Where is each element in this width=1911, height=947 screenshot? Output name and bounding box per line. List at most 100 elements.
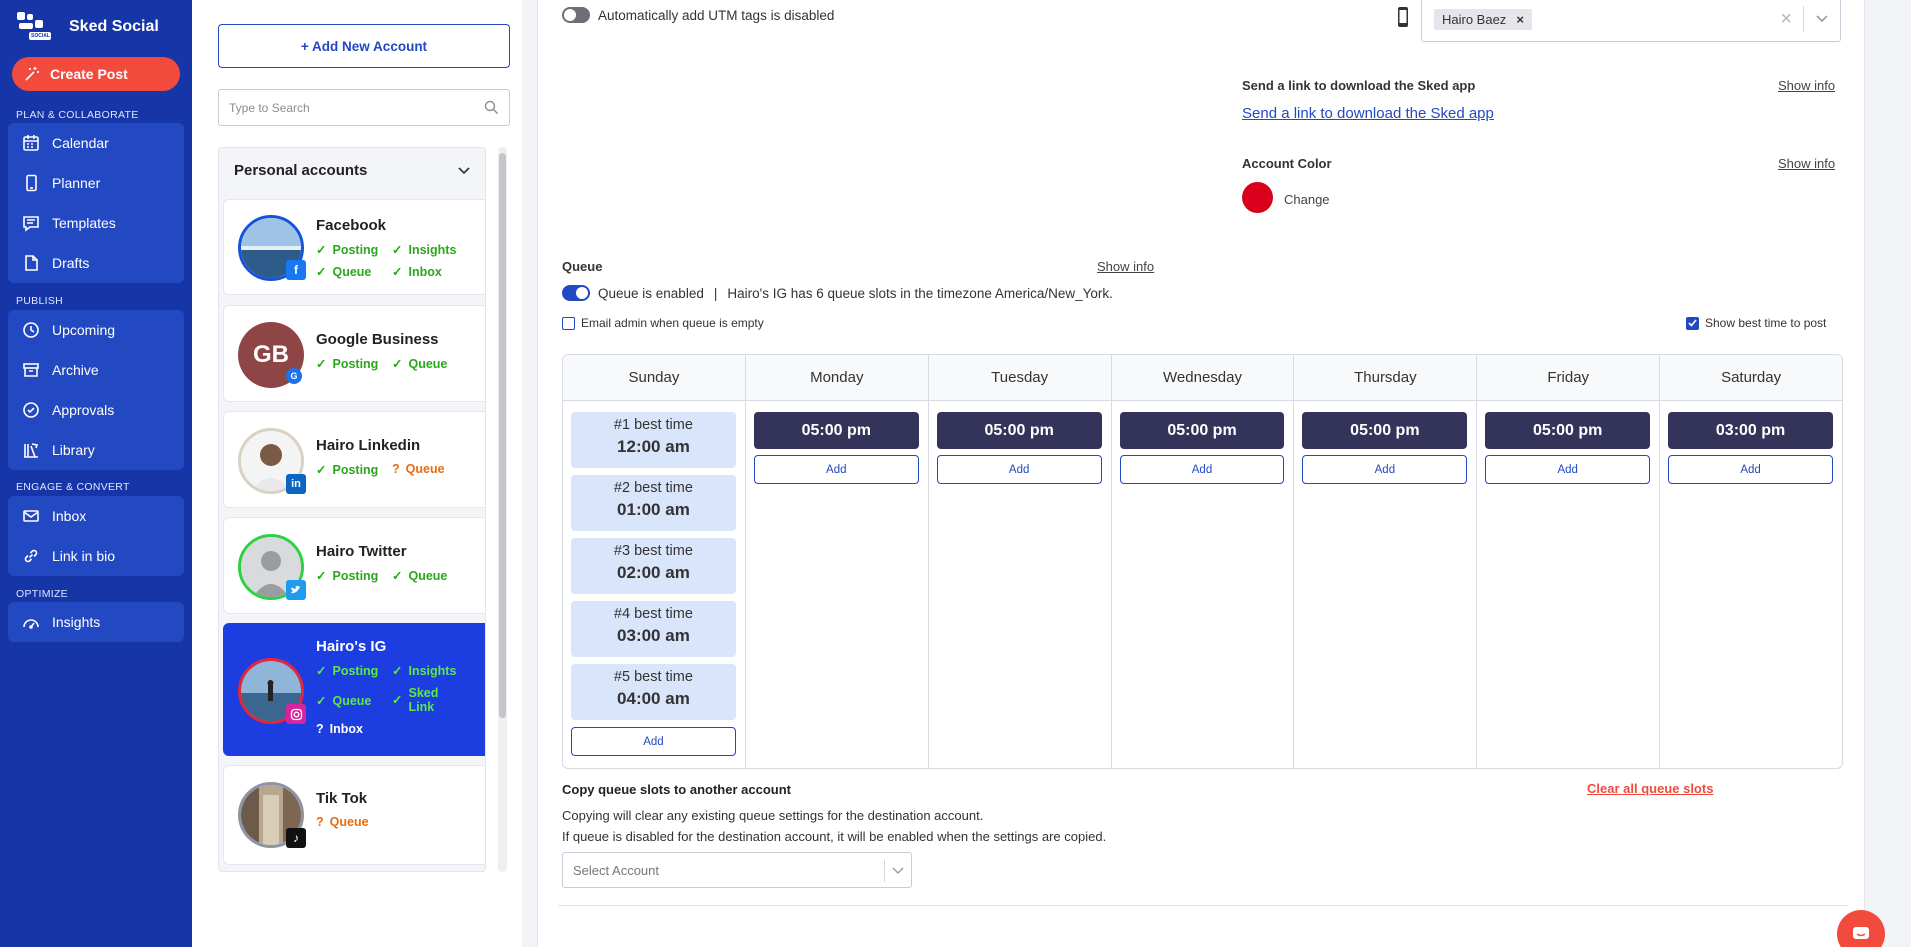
account-search-input[interactable] [229,100,484,115]
email-admin-label: Email admin when queue is empty [581,316,764,330]
account-card-tiktok[interactable]: ♪ Tik Tok ? Queue [223,765,485,865]
sidebar-item-archive[interactable]: Archive [8,350,184,390]
clear-all-slots-link[interactable]: Clear all queue slots [1587,781,1713,796]
account-name: Tik Tok [316,790,368,807]
clear-selection-icon[interactable]: × [1780,8,1792,31]
sidebar-item-label: Templates [52,215,116,231]
divider [558,905,1848,906]
queue-show-info[interactable]: Show info [1097,259,1154,274]
section-plan-title: PLAN & COLLABORATE [16,109,139,121]
instagram-icon [286,704,306,724]
scrollbar-thumb[interactable] [499,153,506,718]
account-card-facebook[interactable]: f Facebook ✓ Posting ✓ Insights ✓ Queue ✓ In… [223,199,485,295]
question-icon: ? [316,722,324,736]
check-icon: ✓ [392,243,403,257]
queue-slot[interactable]: 05:00 pm [1302,412,1468,449]
question-icon: ? [316,815,324,829]
best-time-slot[interactable]: #3 best time 02:00 am [571,538,736,594]
add-slot-button[interactable]: Add [571,727,736,756]
chat-support-button[interactable] [1837,910,1885,947]
sidebar-item-calendar[interactable]: Calendar [8,123,184,163]
feature-queue: ✓ Queue [316,264,372,280]
check-icon: ✓ [392,693,403,707]
account-card-hairos-ig[interactable]: Hairo's IG ✓ Posting ✓ Insights ✓ Queue ✓ Sk… [223,623,485,756]
utm-toggle[interactable] [562,7,590,23]
mobile-icon [1398,7,1408,27]
section-publish-title: PUBLISH [16,295,64,307]
sidebar-item-link-in-bio[interactable]: Link in bio [8,536,184,576]
sidebar-item-label: Inbox [52,508,87,524]
create-post-button[interactable]: Create Post [12,57,180,91]
library-icon [24,443,39,458]
sidebar-item-approvals[interactable]: Approvals [8,390,184,430]
email-admin-checkbox[interactable] [562,316,575,330]
best-time-slot[interactable]: #1 best time 12:00 am [571,412,736,468]
account-group-header[interactable]: Personal accounts [219,148,485,192]
sidebar-item-drafts[interactable]: Drafts [8,243,184,283]
queue-enabled-label: Queue is enabled [598,285,704,301]
account-name: Hairo's IG [316,638,387,655]
sidebar-item-planner[interactable]: Planner [8,163,184,203]
account-color-title: Account Color [1242,156,1332,171]
check-icon: ✓ [392,664,403,678]
send-link-show-info[interactable]: Show info [1778,78,1835,93]
sked-logo-icon: SOCIAL [15,10,59,44]
account-list-scrollbar[interactable] [498,147,507,872]
queue-description: Hairo's IG has 6 queue slots in the time… [727,285,1113,301]
add-slot-button[interactable]: Add [1485,455,1651,484]
send-link[interactable]: Send a link to download the Sked app [1242,105,1494,122]
sidebar-item-library[interactable]: Library [8,430,184,470]
add-slot-button[interactable]: Add [753,455,919,484]
sidebar: SOCIAL Sked Social Create Post PLAN & CO… [0,0,192,947]
account-color-show-info[interactable]: Show info [1778,156,1835,171]
add-slot-button[interactable]: Add [1119,455,1285,484]
account-color-swatch[interactable] [1242,182,1273,213]
change-color-button[interactable]: Change [1284,192,1330,207]
queue-slot[interactable]: 05:00 pm [753,412,919,449]
search-icon[interactable] [484,100,499,115]
nav-group-optimize: Insights [8,602,184,642]
sidebar-item-insights[interactable]: Insights [8,602,184,642]
queue-slot[interactable]: 05:00 pm [1485,412,1651,449]
queue-slot[interactable]: 05:00 pm [936,412,1102,449]
notify-users-select[interactable]: Hairo Baez × × [1421,0,1841,42]
add-slot-button[interactable]: Add [1668,455,1834,484]
best-time-slot[interactable]: #4 best time 03:00 am [571,601,736,657]
day-header: Friday [1477,355,1660,401]
show-best-label: Show best time to post [1705,316,1827,330]
nav-group-engage: Inbox Link in bio [8,496,184,576]
add-slot-button[interactable]: Add [1302,455,1468,484]
sidebar-item-templates[interactable]: Templates [8,203,184,243]
account-settings: Automatically add UTM tags is disabled H… [537,0,1865,947]
nav-group-plan: Calendar Planner Templates Drafts [8,123,184,283]
brand[interactable]: SOCIAL Sked Social [15,10,159,44]
day-column-thursday: Thursday 05:00 pm Add [1294,355,1478,768]
calendar-icon [23,135,39,151]
check-icon: ✓ [316,243,327,257]
best-time-slot[interactable]: #5 best time 04:00 am [571,664,736,720]
account-group-title: Personal accounts [234,161,368,179]
check-icon: ✓ [392,357,403,371]
account-card-hairo-linkedin[interactable]: in Hairo Linkedin ✓ Posting ? Queue [223,411,485,508]
sidebar-item-inbox[interactable]: Inbox [8,496,184,536]
show-best-checkbox[interactable] [1686,316,1699,330]
select-account-dropdown[interactable]: Select Account [562,852,912,888]
phone-icon [26,174,37,192]
feature-queue: ? Queue [392,462,445,476]
feature-queue: ✓ Queue [316,693,372,709]
add-new-account-button[interactable]: + Add New Account [218,24,510,68]
remove-tag-icon[interactable]: × [1516,12,1524,27]
queue-toggle[interactable] [562,285,590,301]
queue-slot[interactable]: 03:00 pm [1668,412,1834,449]
chevron-down-icon[interactable] [1815,14,1829,24]
best-time-slot[interactable]: #2 best time 01:00 am [571,475,736,531]
queue-separator: | [713,285,718,301]
queue-slot[interactable]: 05:00 pm [1119,412,1285,449]
account-card-google-business[interactable]: GB G Google Business ✓ Posting ✓ Queue [223,305,485,402]
sidebar-item-upcoming[interactable]: Upcoming [8,310,184,350]
sidebar-item-label: Library [52,442,95,458]
account-name: Hairo Twitter [316,543,407,560]
add-slot-button[interactable]: Add [936,455,1102,484]
account-card-hairo-twitter[interactable]: Hairo Twitter ✓ Posting ✓ Queue [223,517,485,614]
sidebar-item-label: Upcoming [52,322,116,338]
